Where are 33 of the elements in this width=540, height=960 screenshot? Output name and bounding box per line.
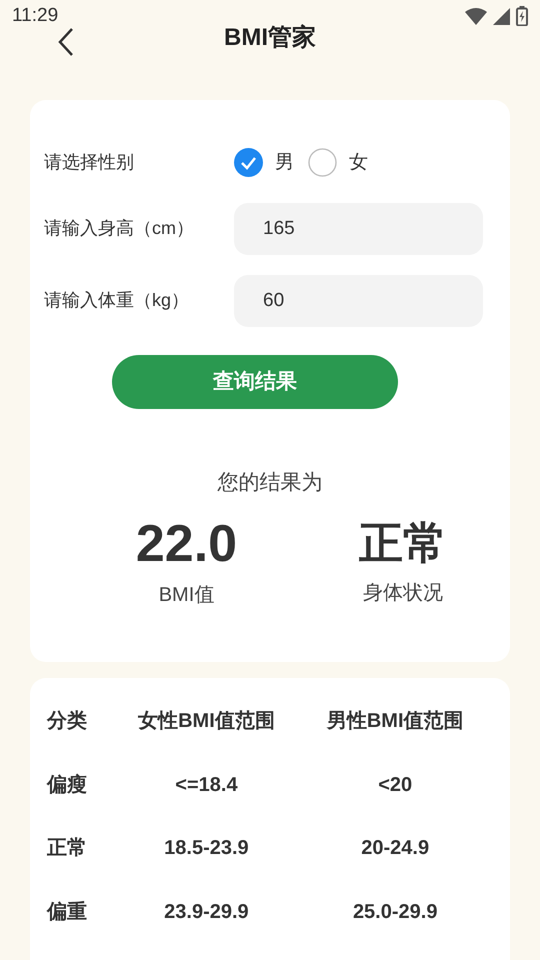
query-button[interactable]: 查询结果	[112, 354, 398, 409]
input-field[interactable]: 60	[234, 274, 483, 327]
field-label: 请选择性别	[43, 151, 135, 174]
result-heading: 您的结果为	[218, 470, 322, 496]
column-header: 女性BMI值范围	[137, 709, 276, 734]
status-time: 11:29	[12, 4, 58, 28]
bmi-label: BMI值	[158, 583, 214, 608]
field-label: 请输入身高（cm）	[43, 217, 195, 240]
table-cell-text: <=18.4	[174, 772, 239, 798]
gender-radio[interactable]: 男	[234, 148, 294, 178]
table-cell-text: 偏瘦	[47, 772, 88, 798]
gender-radio[interactable]: 女	[308, 148, 368, 178]
checked-icon	[234, 148, 263, 178]
status-value: 正常	[359, 522, 447, 566]
table-cell-text: 18.5-23.9	[163, 836, 250, 861]
column-header: 分类	[47, 709, 88, 734]
table-cell-text: 偏重	[47, 900, 88, 924]
status-label: 身体状况	[363, 581, 443, 606]
wifi-icon	[465, 8, 487, 25]
column-header: 男性BMI值范围	[326, 709, 465, 734]
table-cell-text: 20-24.9	[360, 836, 430, 861]
table-cell-text: <20	[377, 772, 414, 798]
page-title: BMI管家	[224, 22, 316, 53]
back-icon	[58, 26, 74, 57]
table-cell-text: 25.0-29.9	[352, 900, 438, 924]
battery-icon	[516, 6, 528, 26]
unchecked-icon	[308, 148, 337, 178]
table-cell-text: 正常	[47, 836, 88, 861]
input-field[interactable]: 165	[234, 202, 483, 255]
signal-icon	[493, 8, 510, 25]
bmi-value: 22.0	[136, 518, 238, 570]
field-label: 请输入体重（kg）	[43, 289, 190, 312]
table-cell-text: 23.9-29.9	[163, 900, 250, 924]
